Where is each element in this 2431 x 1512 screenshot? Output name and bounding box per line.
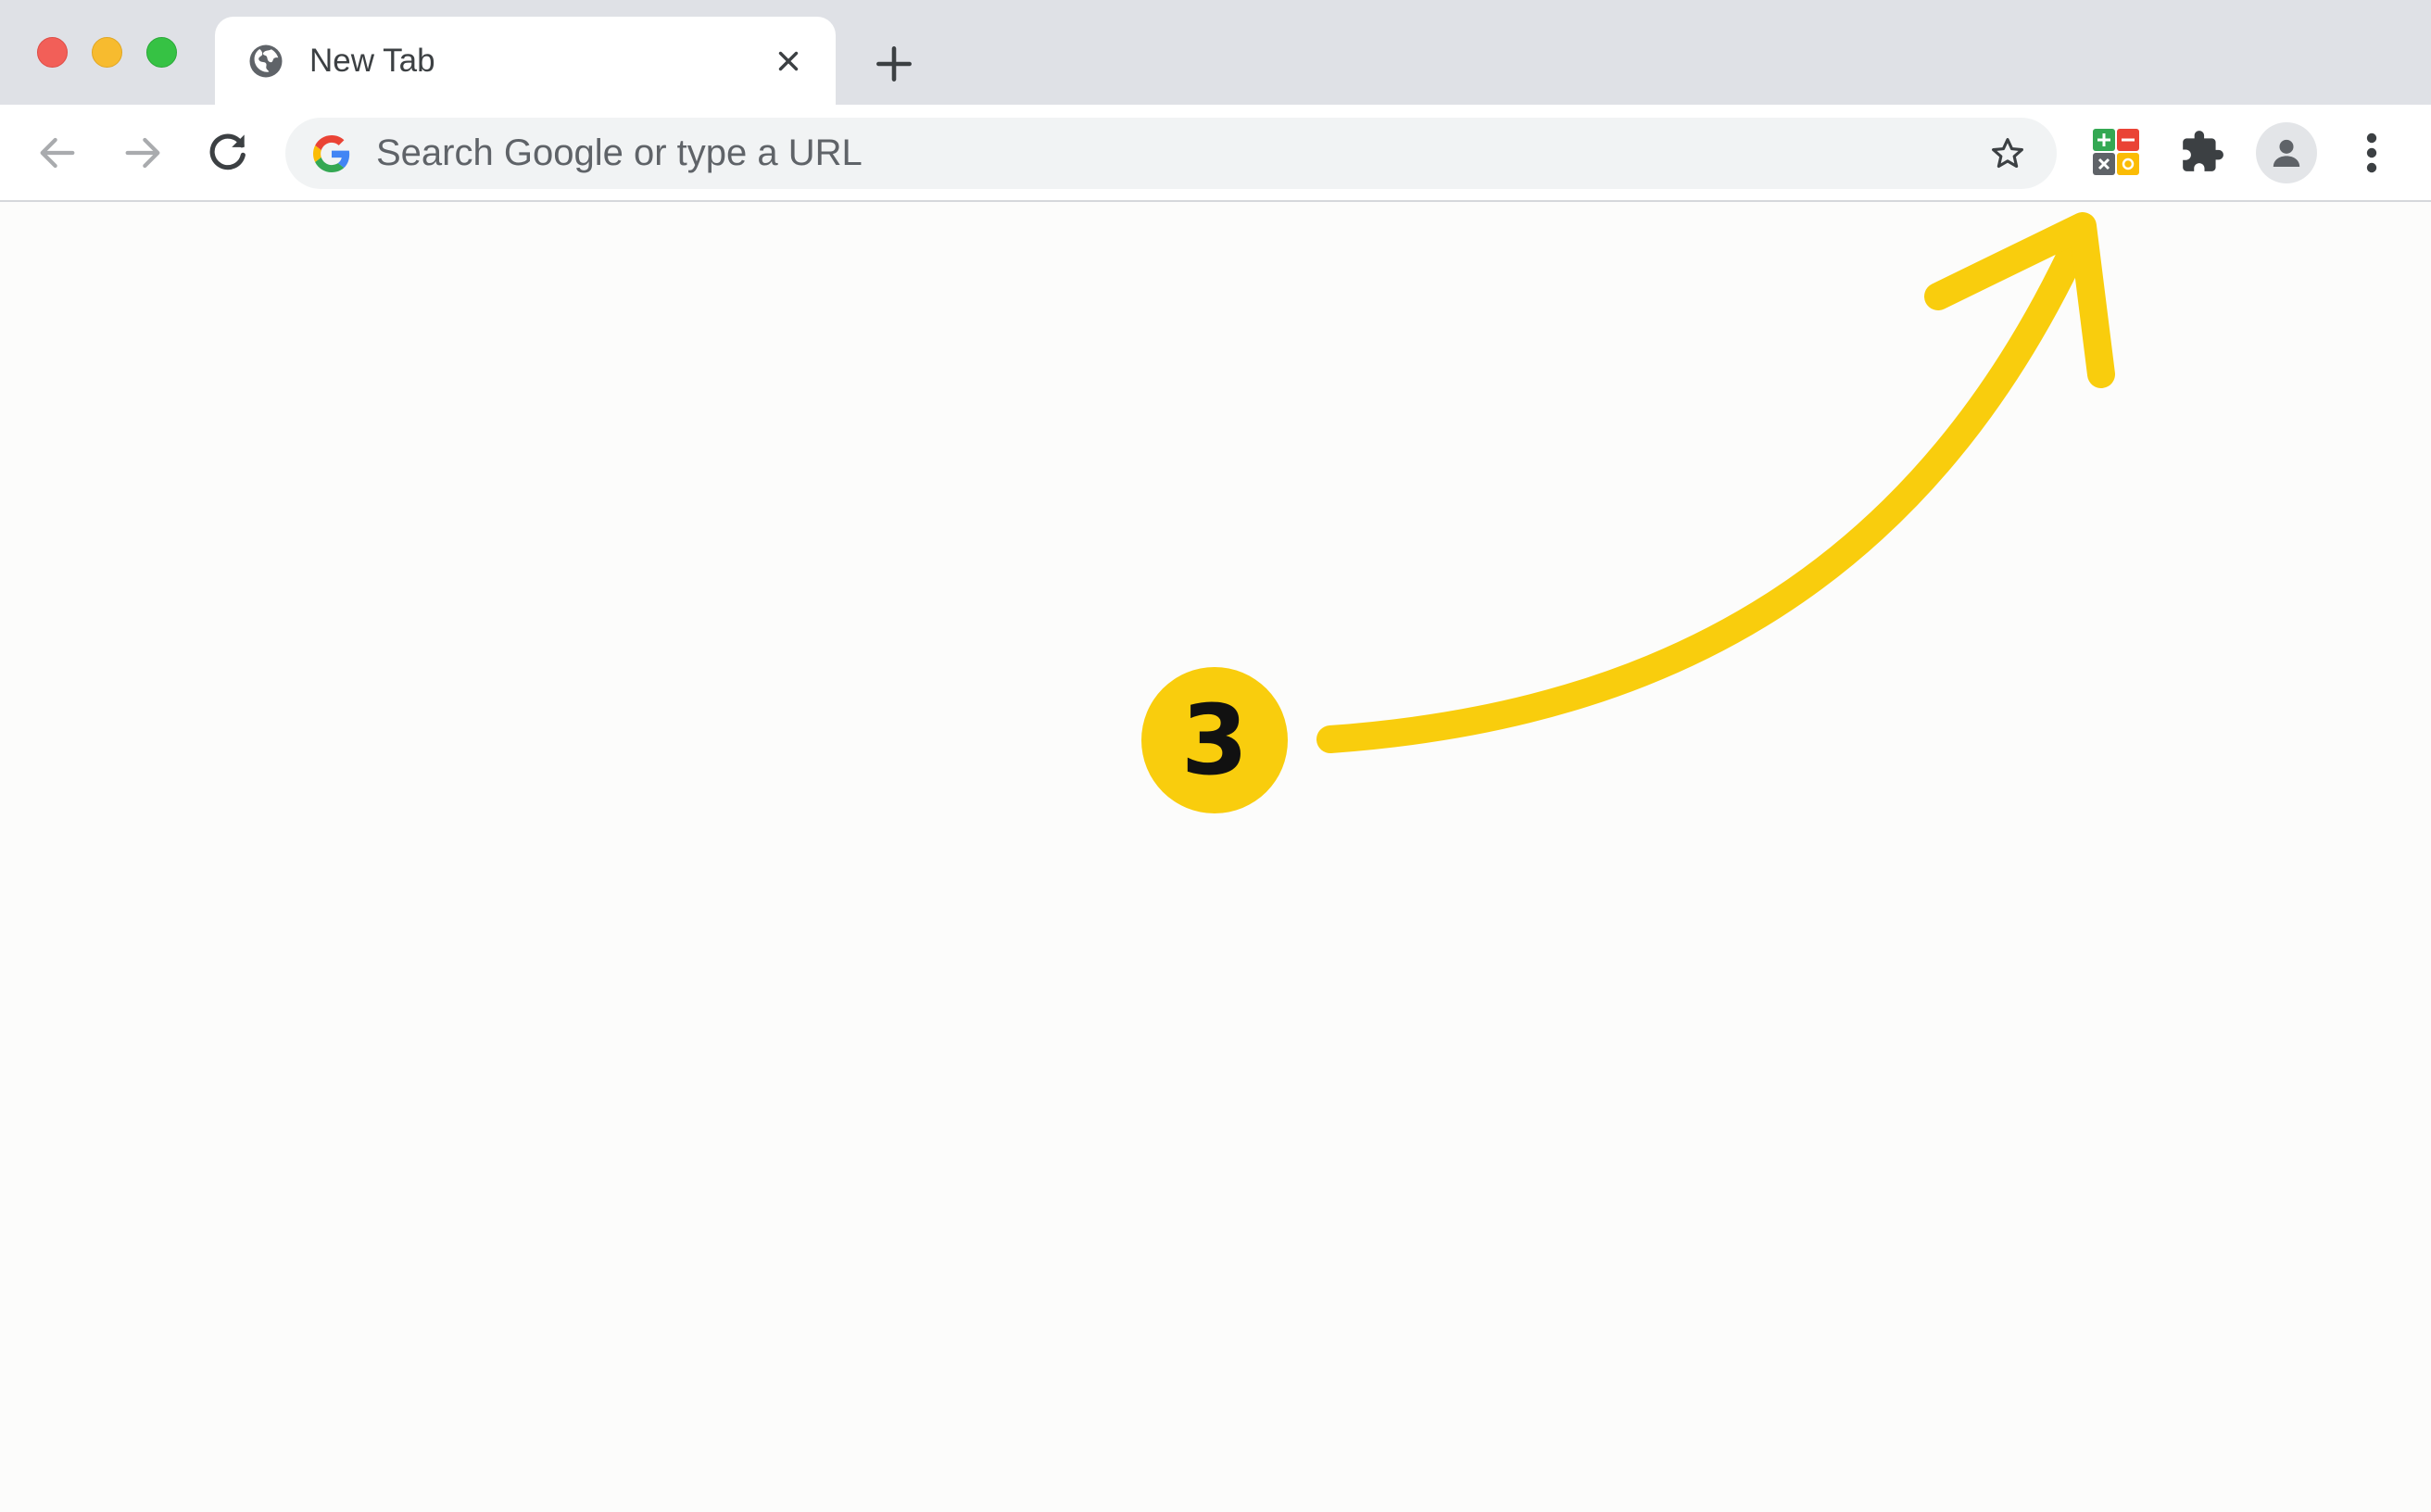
tab-strip: New Tab (0, 0, 2431, 107)
window-minimize-button[interactable] (92, 37, 122, 68)
person-icon (2273, 139, 2300, 167)
page-content (0, 204, 2431, 1512)
close-icon[interactable] (773, 45, 804, 77)
tab-new-tab[interactable]: New Tab (215, 17, 836, 107)
step-badge: 3 (1141, 667, 1288, 813)
profile-button[interactable] (2256, 122, 2317, 183)
globe-icon (249, 44, 283, 78)
calculator-icon[interactable] (2093, 129, 2139, 175)
kebab-menu-icon[interactable] (2353, 129, 2390, 177)
window-close-button[interactable] (37, 37, 68, 68)
google-g-icon (313, 135, 350, 172)
tab-title: New Tab (309, 43, 435, 79)
omnibox-placeholder: Search Google or type a URL (376, 132, 863, 173)
window-maximize-button[interactable] (146, 37, 177, 68)
star-icon[interactable] (1988, 134, 2027, 173)
puzzle-icon[interactable] (2179, 129, 2225, 175)
back-button[interactable] (31, 127, 83, 179)
reload-icon (209, 133, 246, 170)
omnibox[interactable]: Search Google or type a URL (285, 118, 2057, 189)
browser-toolbar: Search Google or type a URL (0, 105, 2431, 202)
forward-button[interactable] (117, 127, 169, 179)
reload-button[interactable] (202, 127, 254, 179)
browser-window: New Tab Search Google or type a URL 3 (0, 0, 2431, 1512)
arrow-left-icon (40, 137, 75, 169)
new-tab-button[interactable] (871, 41, 917, 87)
arrow-right-icon (125, 137, 160, 169)
